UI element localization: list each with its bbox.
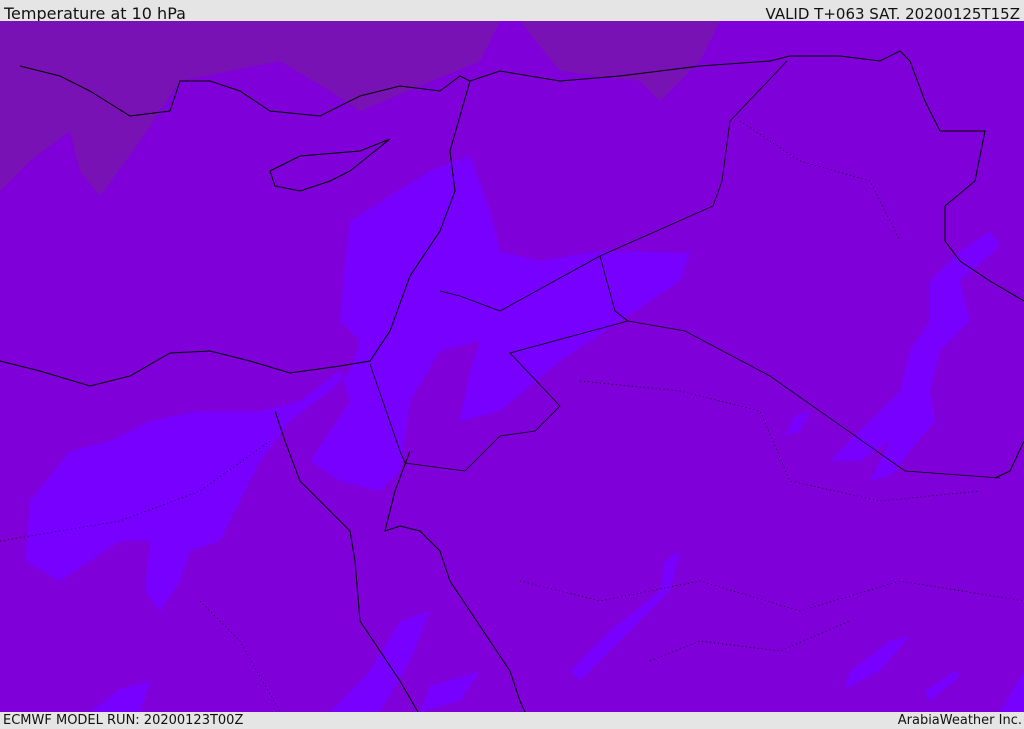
temperature-map[interactable]: [0, 21, 1024, 712]
model-run: ECMWF MODEL RUN: 20200123T00Z: [3, 713, 244, 728]
map-header: Temperature at 10 hPa VALID T+063 SAT. 2…: [0, 0, 1024, 23]
map-footer: ECMWF MODEL RUN: 20200123T00Z ArabiaWeat…: [0, 712, 1024, 729]
credit: ArabiaWeather Inc.: [897, 713, 1022, 728]
